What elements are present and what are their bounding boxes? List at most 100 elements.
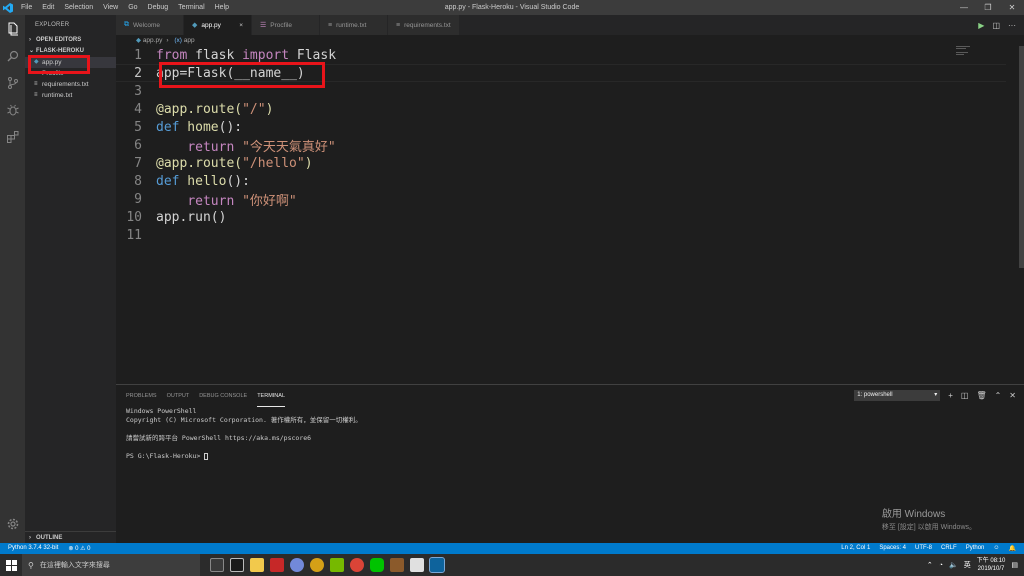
text-file-icon: ≡	[328, 21, 333, 29]
taskbar-apps	[200, 557, 445, 573]
terminal-select-value: 1: powershell	[857, 392, 893, 398]
tab-procfile[interactable]: ☰ Procfile	[252, 15, 320, 35]
split-terminal-icon[interactable]: ◫	[961, 391, 969, 400]
app-icon[interactable]	[310, 558, 324, 572]
file-item-runtime[interactable]: ≡ runtime.txt	[25, 90, 116, 101]
nvidia-icon[interactable]	[330, 558, 344, 572]
tab-terminal[interactable]: TERMINAL	[257, 385, 285, 407]
menu-edit[interactable]: Edit	[37, 4, 59, 11]
debug-icon[interactable]	[0, 96, 25, 123]
menu-file[interactable]: File	[16, 4, 37, 11]
variable-icon: (x)	[174, 37, 182, 44]
breadcrumb-symbol[interactable]: app	[184, 37, 195, 44]
extensions-icon[interactable]	[0, 123, 25, 150]
bell-icon[interactable]: 🔔	[1009, 545, 1016, 552]
menu-bar: File Edit Selection View Go Debug Termin…	[16, 4, 234, 11]
notification-icon[interactable]: ▤	[1011, 561, 1018, 569]
file-item-requirements[interactable]: ≡ requirements.txt	[25, 79, 116, 90]
discord-icon[interactable]	[290, 558, 304, 572]
python-interpreter[interactable]: Python 3.7.4 32-bit	[8, 545, 58, 552]
split-editor-icon[interactable]: ◫	[992, 21, 1000, 30]
restore-button[interactable]: ❐	[976, 0, 1000, 15]
chevron-up-icon[interactable]: ⌃	[995, 391, 1002, 400]
windows-start-icon[interactable]	[0, 554, 22, 576]
more-actions-icon[interactable]: ···	[1008, 21, 1016, 30]
taskbar-search[interactable]: ⚲ 在這裡輸入文字來搜尋	[22, 554, 200, 576]
terminal-select[interactable]: 1: powershell ▾	[854, 390, 941, 401]
line-number: 9	[134, 191, 142, 207]
photos-icon[interactable]	[410, 558, 424, 572]
menu-selection[interactable]: Selection	[59, 4, 98, 11]
source-control-icon[interactable]	[0, 69, 25, 96]
app-icon[interactable]	[390, 558, 404, 572]
search-placeholder: 在這裡輸入文字來搜尋	[39, 562, 110, 569]
menu-go[interactable]: Go	[123, 4, 142, 11]
outline-label: OUTLINE	[36, 535, 63, 541]
close-panel-icon[interactable]: ✕	[1009, 391, 1016, 400]
code-editor[interactable]: 1 from flask import Flask 2 app=Flask(__…	[116, 46, 1024, 384]
terminal-cursor	[204, 452, 209, 460]
add-terminal-icon[interactable]: +	[948, 391, 953, 400]
breadcrumb-file[interactable]: app.py	[143, 37, 163, 44]
problems-indicator[interactable]: ⊗ 0 ⚠ 0	[68, 545, 90, 552]
run-icon[interactable]: ▶	[978, 21, 984, 30]
smiley-icon[interactable]: ☺	[993, 545, 999, 552]
encoding[interactable]: UTF-8	[915, 545, 932, 552]
line-number: 5	[134, 119, 142, 135]
tab-requirements[interactable]: ≡ requirements.txt	[388, 15, 460, 35]
network-icon[interactable]: ◔	[939, 562, 943, 569]
editor-tabs: ⧉ Welcome ◆ app.py × ☰ Procfile ≡ runtime.txt…	[116, 15, 1024, 35]
windows-activation-watermark: 啟用 Windows 移至 [設定] 以啟用 Windows。	[882, 505, 976, 532]
line-number: 11	[126, 227, 142, 243]
tab-output[interactable]: OUTPUT	[167, 385, 190, 407]
line-icon[interactable]	[370, 558, 384, 572]
language-mode[interactable]: Python	[966, 545, 985, 552]
menu-terminal[interactable]: Terminal	[173, 4, 209, 11]
highlight-box-app-py	[28, 55, 90, 74]
chevron-down-icon: ▾	[934, 392, 938, 398]
close-button[interactable]: ✕	[1000, 0, 1024, 15]
menu-help[interactable]: Help	[210, 4, 234, 11]
search-icon[interactable]	[0, 42, 25, 69]
trash-icon[interactable]: 🗑	[976, 391, 986, 400]
terminal-line: Copyright (C) Microsoft Corporation. 著作權…	[126, 416, 362, 424]
text-file-icon: ≡	[34, 81, 38, 87]
folder-label: FLASK-HEROKU	[36, 48, 84, 54]
chevron-up-icon[interactable]: ⌃	[927, 561, 933, 569]
task-view-icon[interactable]	[210, 558, 224, 572]
app-icon[interactable]	[230, 558, 244, 572]
tab-welcome[interactable]: ⧉ Welcome	[116, 15, 184, 35]
chrome-icon[interactable]	[350, 558, 364, 572]
menu-debug[interactable]: Debug	[143, 4, 174, 11]
file-explorer-icon[interactable]	[250, 558, 264, 572]
minimap[interactable]	[956, 46, 974, 58]
tab-problems[interactable]: PROBLEMS	[126, 385, 157, 407]
indentation[interactable]: Spaces: 4	[879, 545, 906, 552]
menu-view[interactable]: View	[98, 4, 123, 11]
code-line: 9 return "你好啊"	[116, 190, 1006, 209]
app-icon[interactable]	[270, 558, 284, 572]
line-ending[interactable]: CRLF	[941, 545, 957, 552]
open-editors-section[interactable]: › OPEN EDITORS	[25, 35, 116, 46]
editor-scrollbar[interactable]	[1019, 46, 1024, 268]
ime-indicator[interactable]: 英	[964, 560, 971, 570]
cursor-position[interactable]: Ln 2, Col 1	[841, 545, 870, 552]
vscode-taskbar-icon[interactable]	[429, 557, 445, 573]
file-label: runtime.txt	[42, 92, 73, 99]
line-number: 1	[134, 47, 142, 63]
tab-app-py[interactable]: ◆ app.py ×	[184, 15, 252, 35]
text-file-icon: ≡	[396, 21, 401, 29]
gear-icon[interactable]	[0, 510, 25, 537]
clock[interactable]: 下午 08:10 2019/10/7	[977, 557, 1006, 573]
window-controls: — ❐ ✕	[952, 0, 1024, 15]
volume-icon[interactable]: 🔈	[949, 561, 958, 569]
outline-section[interactable]: › OUTLINE	[25, 531, 116, 543]
tab-runtime[interactable]: ≡ runtime.txt	[320, 15, 388, 35]
minimize-button[interactable]: —	[952, 0, 976, 15]
explorer-icon[interactable]	[0, 15, 25, 42]
close-icon[interactable]: ×	[229, 22, 243, 29]
code-line: 4 @app.route("/")	[116, 100, 1006, 118]
terminal-output[interactable]: Windows PowerShell Copyright (C) Microso…	[126, 407, 362, 461]
tab-debug-console[interactable]: DEBUG CONSOLE	[199, 385, 247, 407]
